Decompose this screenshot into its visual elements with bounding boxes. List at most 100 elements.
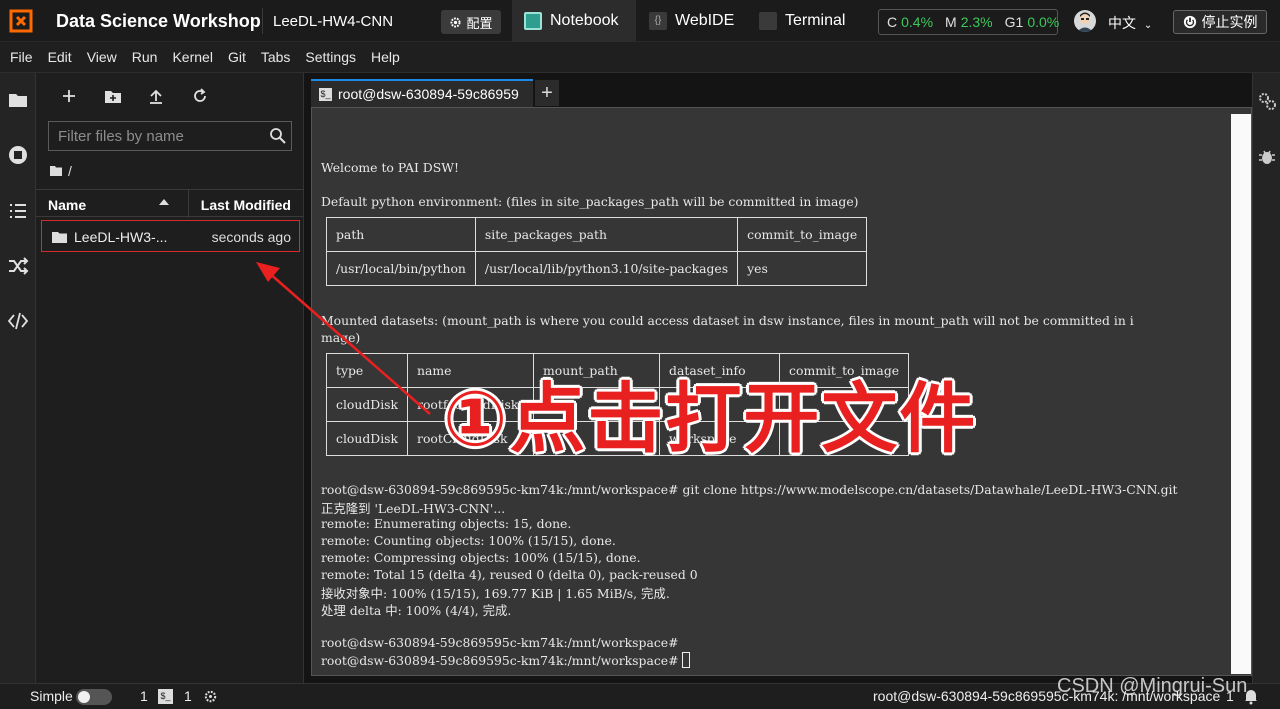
right-activity-bar [1252,73,1280,683]
notebook-icon [524,12,542,30]
running-icon[interactable] [7,144,29,166]
mem-label: M [945,14,957,30]
menu-edit[interactable]: Edit [48,49,72,65]
project-name: LeeDL-HW4-CNN [273,13,394,30]
tab-terminal-session[interactable]: $_ root@dsw-630894-59c86959 [311,79,533,107]
cpu-value: 0.4% [901,14,934,30]
config-label: 配置 [466,15,493,31]
list-item[interactable]: LeeDL-HW3-... seconds ago [41,220,300,252]
stop-instance-label: 停止实例 [1201,14,1258,30]
terminal-icon: $_ [319,87,332,101]
tab-webide[interactable]: {} WebIDE [637,0,747,42]
folder-icon [52,232,67,243]
refresh-icon[interactable] [190,87,210,105]
watermark: CSDN @Mingrui-Sun [1057,675,1248,697]
table-row: /usr/local/bin/python /usr/local/lib/pyt… [326,251,868,286]
terminal-line: 正克隆到 'LeeDL-HW3-CNN'... [321,501,506,516]
webide-icon: {} [649,12,667,30]
menu-bar: File Edit View Run Kernel Git Tabs Setti… [0,42,1280,73]
mem-value: 2.3% [960,14,993,30]
table-cell: /usr/local/bin/python [326,251,476,286]
terminal-line: 处理 delta 中: 100% (4/4), 完成. [321,603,512,618]
folder-icon [50,166,62,176]
terminal-cursor [681,652,690,668]
avatar[interactable] [1074,10,1096,32]
search-icon [270,128,286,144]
table-cell: yes [737,251,868,286]
terminal-line: remote: Total 15 (delta 4), reused 0 (de… [321,567,698,582]
document-tab-bar: $_ root@dsw-630894-59c86959 + [311,79,1252,107]
stop-instance-button[interactable]: 停止实例 [1173,10,1267,34]
menu-git[interactable]: Git [228,49,246,65]
filter-files-input[interactable] [48,121,292,151]
simple-mode-label: Simple [30,688,73,704]
left-activity-bar [0,73,36,683]
tab-terminal[interactable]: Terminal [747,0,862,42]
table-cell: path [326,217,476,252]
terminal-line: 接收对象中: 100% (15/15), 169.77 KiB | 1.65 M… [321,586,670,601]
menu-kernel[interactable]: Kernel [172,49,212,65]
gear-icon [450,16,462,28]
tab-notebook[interactable]: Notebook [512,0,636,42]
file-name: LeeDL-HW3-... [74,229,168,245]
language-selector[interactable]: 中文 ⌄ [1108,13,1152,33]
config-button[interactable]: 配置 [441,10,501,34]
terminal-line: mage) [321,330,361,345]
terminal-line: remote: Counting objects: 100% (15/15), … [321,533,616,548]
menu-settings[interactable]: Settings [305,49,356,65]
menu-run[interactable]: Run [132,49,158,65]
power-icon [1183,15,1196,29]
file-modified: seconds ago [211,229,291,245]
new-folder-icon[interactable] [103,87,123,105]
sort-ascending-icon [159,199,169,205]
debugger-icon[interactable] [1257,147,1277,167]
terminal-line: root@dsw-630894-59c869595c-km74k:/mnt/wo… [321,635,679,650]
folder-icon[interactable] [7,89,29,111]
column-modified-header[interactable]: Last Modified [201,197,291,213]
annotation-label: ①点击打开文件 [443,374,978,463]
menu-help[interactable]: Help [371,49,400,65]
simple-mode-toggle[interactable] [76,689,112,705]
terminal-icon [759,12,777,30]
table-cell: site_packages_path [474,217,739,252]
gpu-value: 0.0% [1027,14,1060,30]
cpu-label: C [887,14,898,30]
kernel-count[interactable]: 1 [140,688,148,704]
file-list-header: Name Last Modified [36,189,304,218]
column-divider [188,190,189,218]
language-label: 中文 [1108,15,1136,31]
table-cell: cloudDisk [325,387,409,422]
terminal-scrollbar[interactable] [1231,114,1251,674]
property-inspector-icon[interactable] [1257,91,1277,111]
terminal-line: root@dsw-630894-59c869595c-km74k:/mnt/wo… [321,482,1178,497]
new-launcher-icon[interactable] [59,87,79,105]
terminal-count[interactable]: 1 [184,688,192,704]
breadcrumb[interactable]: / [50,163,72,179]
tab-terminal-label: Terminal [785,12,846,29]
env-table: path site_packages_path commit_to_image … [326,217,868,286]
breadcrumb-path: / [68,163,72,179]
terminal-prompt-line: root@dsw-630894-59c869595c-km74k:/mnt/wo… [321,652,690,668]
terminal-line: Mounted datasets: (mount_path is where y… [321,313,1134,328]
table-cell: cloudDisk [325,421,409,456]
table-of-contents-icon[interactable] [7,200,29,222]
terminal-tab-title: root@dsw-630894-59c86959 [338,86,519,102]
terminal-icon: $_ [158,689,173,704]
code-icon[interactable] [7,310,29,332]
menu-tabs[interactable]: Tabs [261,49,291,65]
gear-icon[interactable] [203,689,218,704]
file-browser: / Name Last Modified LeeDL-HW3-... secon… [36,73,304,683]
column-name-header[interactable]: Name [48,197,86,213]
gpu-label: G1 [1004,14,1024,30]
menu-file[interactable]: File [10,49,33,65]
upload-icon[interactable] [146,87,166,105]
terminal-line: Default python environment: (files in si… [321,194,859,209]
git-icon[interactable] [7,255,29,277]
terminal-line: remote: Enumerating objects: 15, done. [321,516,572,531]
menu-view[interactable]: View [87,49,117,65]
app-logo-icon [9,9,33,33]
terminal-line: remote: Compressing objects: 100% (15/15… [321,550,641,565]
terminal-prompt: root@dsw-630894-59c869595c-km74k:/mnt/wo… [321,653,679,668]
resource-monitor[interactable]: C 0.4% M 2.3% G1 0.0% [878,9,1060,35]
add-tab-button[interactable]: + [535,80,559,106]
